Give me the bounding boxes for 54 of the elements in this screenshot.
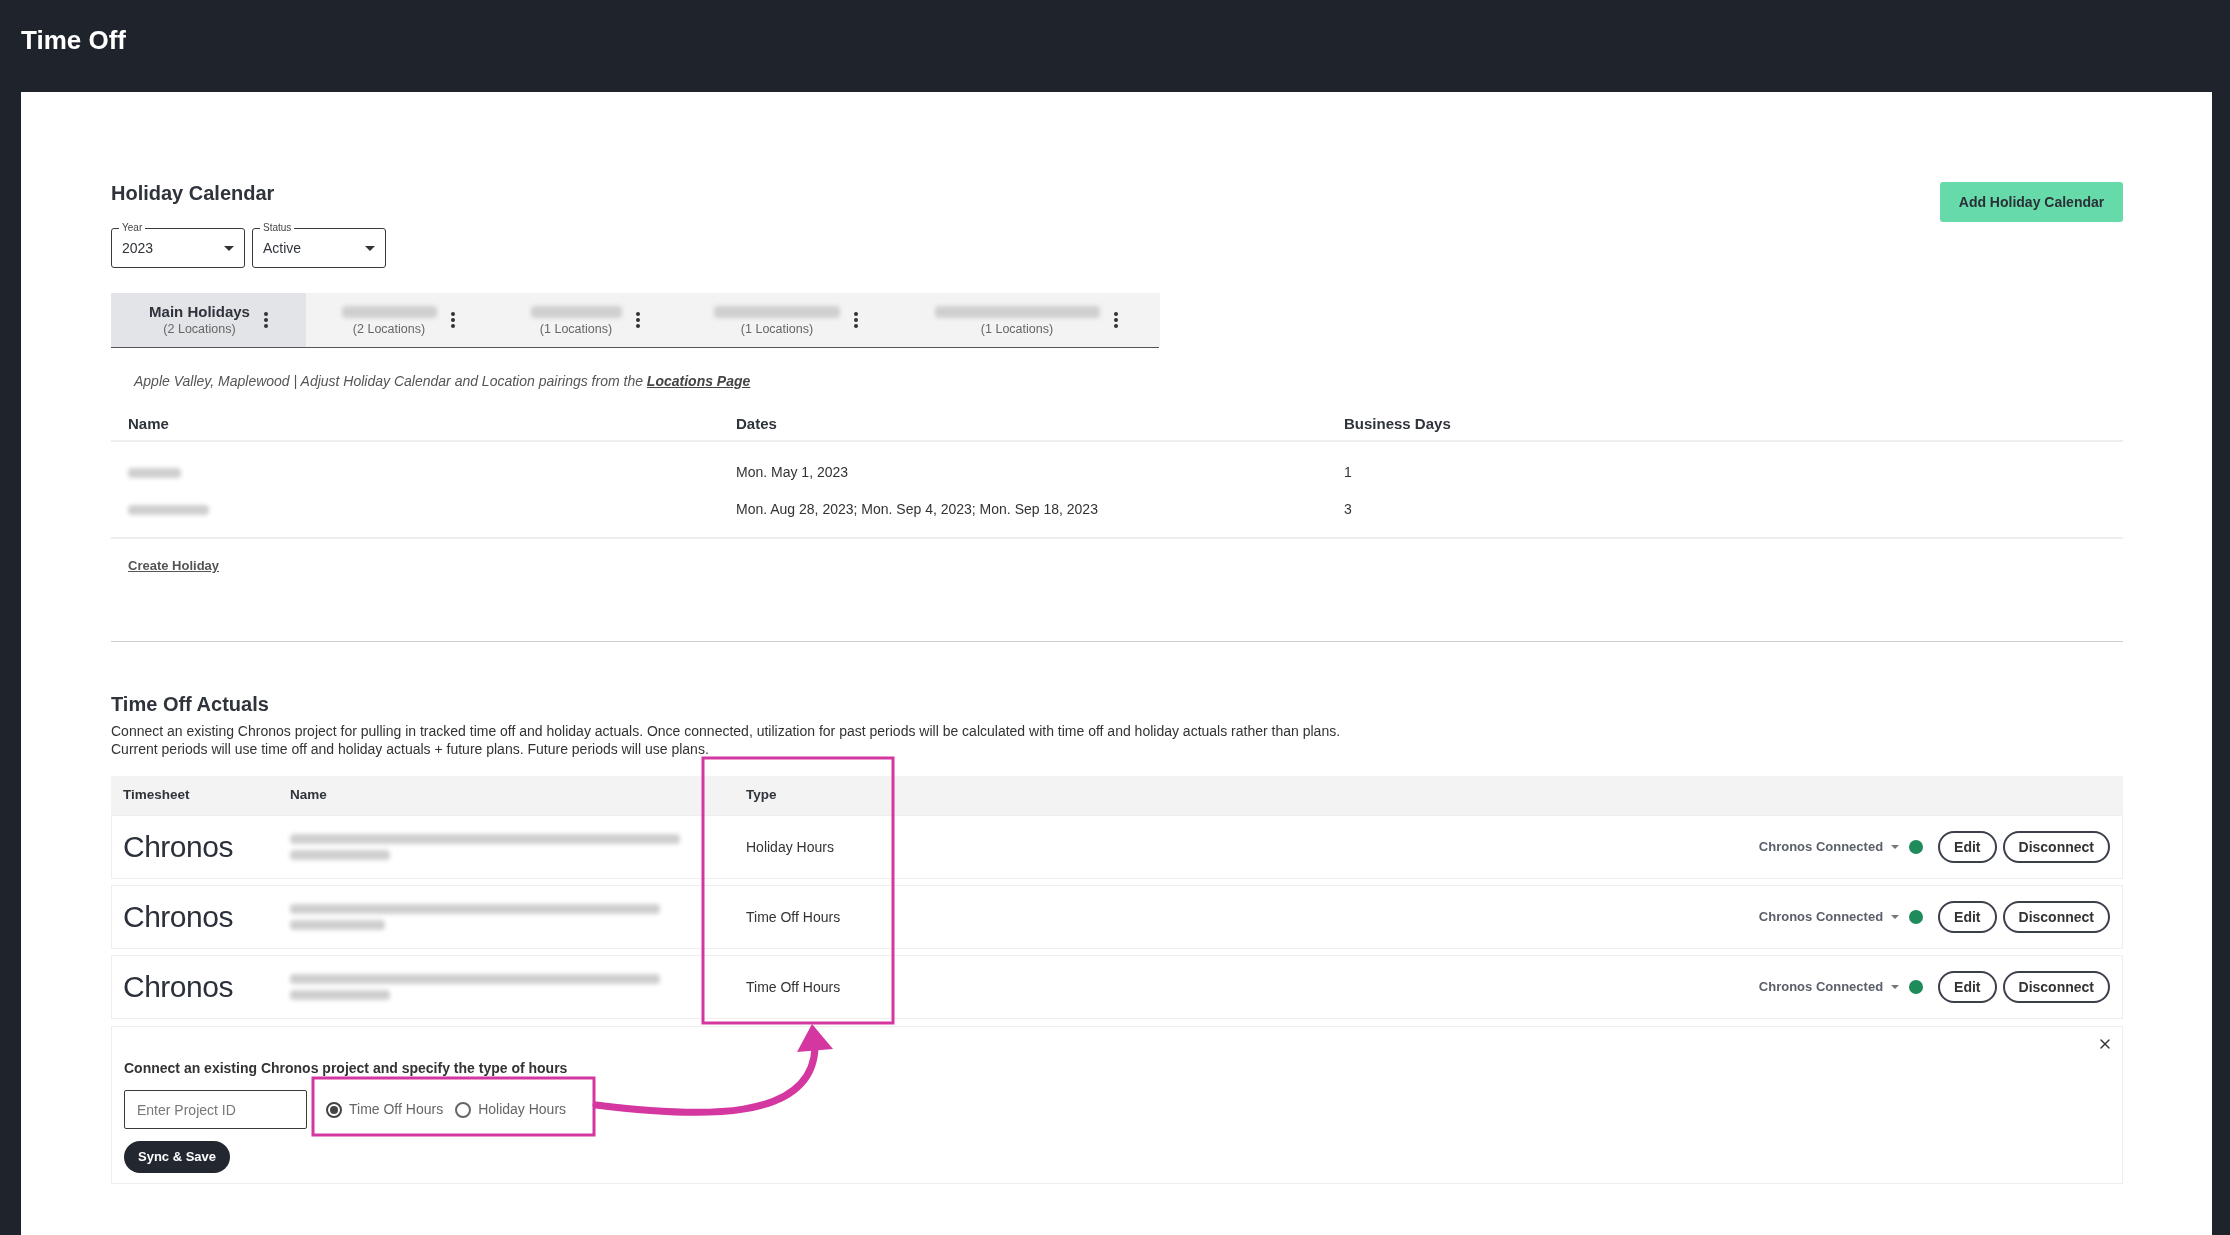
sync-save-button[interactable]: Sync & Save xyxy=(124,1141,231,1173)
table-cell-text: Mon. Aug 28, 2023; Mon. Sep 4, 2023; Mon. Sep 18, 2023 xyxy=(736,500,1098,519)
edit-button[interactable]: Edit xyxy=(1938,901,1997,933)
select-field[interactable]: Status Active xyxy=(252,223,386,268)
column-header: Business Days xyxy=(1344,414,1451,435)
edit-button[interactable]: Edit xyxy=(1938,971,1997,1003)
table-cell-text: 3 xyxy=(1344,500,1352,519)
caret-down-icon xyxy=(1891,915,1900,919)
table-cell-text: Mon. May 1, 2023 xyxy=(736,463,849,482)
blurred-text xyxy=(128,467,181,478)
status-dropdown[interactable]: Chronos Connected xyxy=(1758,837,1900,857)
kebab-menu-icon[interactable] xyxy=(1113,312,1118,328)
status-dropdown[interactable]: Chronos Connected xyxy=(1758,907,1900,927)
column-header: Dates xyxy=(736,414,777,435)
form-label: Connect an existing Chronos project and specify the type of hours xyxy=(124,1059,568,1077)
section-title: Time Off Actuals xyxy=(111,692,269,717)
timesheet-logo: Chronos xyxy=(123,900,233,934)
section-title: Holiday Calendar xyxy=(111,181,275,206)
radio-option[interactable]: Holiday Hours xyxy=(455,1099,567,1120)
status-dropdown[interactable]: Chronos Connected xyxy=(1758,977,1900,997)
disconnect-button[interactable]: Disconnect xyxy=(2002,901,2110,933)
kebab-menu-icon[interactable] xyxy=(854,312,858,328)
add-calendar-button[interactable]: Add Holiday Calendar xyxy=(1940,182,2123,222)
calendar-note: Apple Valley, Maplewood | Adjust Holiday Calendar and Location pairings from the Locations Page xyxy=(132,372,751,390)
select-field[interactable]: Year 2023 xyxy=(111,223,245,268)
table-cell-text: Holiday Hours xyxy=(746,837,834,857)
column-header: Name xyxy=(290,786,327,805)
kebab-menu-icon[interactable] xyxy=(635,312,640,328)
timesheet-logo: Chronos xyxy=(123,970,233,1004)
create-holiday-link[interactable]: Create Holiday xyxy=(128,558,220,574)
section-description: Connect an existing Chronos project for pulling in tracked time off and holiday actuals. Once connected, utilization for past periods will be calculated with time off and holiday actuals rather than plans. Current periods will use time off and holiday actuals + future plans. Future periods will use plans. xyxy=(111,722,1341,758)
disconnect-button[interactable]: Disconnect xyxy=(2002,971,2110,1003)
radio-icon[interactable] xyxy=(455,1101,472,1118)
caret-down-icon xyxy=(1891,845,1900,849)
table-cell-text: 1 xyxy=(1344,463,1352,482)
calendar-tab[interactable]: Main Holidays (2 Locations) xyxy=(111,293,306,347)
kebab-menu-icon[interactable] xyxy=(450,312,455,328)
timesheet-logo: Chronos xyxy=(123,830,233,864)
disconnect-button[interactable]: Disconnect xyxy=(2002,831,2110,863)
caret-down-icon xyxy=(365,245,375,251)
column-header: Timesheet xyxy=(123,786,190,805)
page-title: Time Off xyxy=(21,24,126,56)
caret-down-icon xyxy=(1891,985,1900,989)
kebab-menu-icon[interactable] xyxy=(263,312,268,328)
edit-button[interactable]: Edit xyxy=(1938,831,1997,863)
column-header: Type xyxy=(746,786,777,805)
table-cell-text: Time Off Hours xyxy=(746,907,841,927)
radio-option[interactable]: Time Off Hours xyxy=(326,1099,444,1120)
column-header: Name xyxy=(128,414,169,435)
table-cell-text: Time Off Hours xyxy=(746,977,841,997)
locations-link[interactable]: Locations Page xyxy=(646,373,751,389)
radio-icon[interactable] xyxy=(326,1101,342,1118)
project-id-input[interactable]: Enter Project ID xyxy=(124,1090,307,1129)
caret-down-icon xyxy=(224,245,234,251)
